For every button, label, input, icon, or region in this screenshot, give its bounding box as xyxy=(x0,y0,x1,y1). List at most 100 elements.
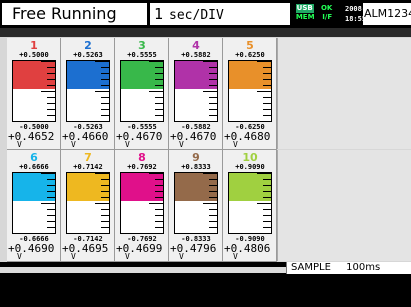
measured-value: +0.4690 xyxy=(8,242,55,255)
usb-indicator: USB xyxy=(295,4,314,13)
scale-tick xyxy=(263,109,271,110)
measured-value: +0.4660 xyxy=(62,130,109,143)
scale-tick xyxy=(47,97,55,98)
scale-tick xyxy=(155,191,163,192)
scale-tick xyxy=(155,197,163,198)
level-bar xyxy=(228,60,272,122)
scale-tick xyxy=(101,215,109,216)
channel-meter-5[interactable]: 5 +0.6250 -0.6250 +0.4680 V xyxy=(223,38,277,150)
scale-tick xyxy=(47,215,55,216)
scale-tick xyxy=(155,103,163,104)
value-unit: V xyxy=(125,252,130,261)
range-upper: +0.5000 xyxy=(19,51,49,59)
range-upper: +0.6666 xyxy=(19,163,49,171)
measured-value: +0.4652 xyxy=(8,130,55,143)
range-upper: +0.5882 xyxy=(181,51,211,59)
channel-meter-9[interactable]: 9 +0.8333 -0.8333 +0.4796 V xyxy=(169,150,223,262)
level-bar xyxy=(66,172,110,234)
scale-tick xyxy=(263,215,271,216)
channel-number: 6 xyxy=(30,151,38,164)
channel-meter-2[interactable]: 2 +0.5263 -0.5263 +0.4660 V xyxy=(61,38,115,150)
scale-tick xyxy=(47,209,55,210)
measured-value: +0.4699 xyxy=(116,242,163,255)
channel-meter-6[interactable]: 6 +0.6666 -0.6666 +0.4690 V xyxy=(7,150,61,262)
timebase-value: 1 xyxy=(154,5,164,23)
range-upper: +0.6250 xyxy=(235,51,265,59)
scale-tick xyxy=(263,179,271,180)
channel-meter-3[interactable]: 3 +0.5555 -0.5555 +0.4670 V xyxy=(115,38,169,150)
scale-tick xyxy=(155,215,163,216)
range-upper: +0.7142 xyxy=(73,163,103,171)
value-unit: V xyxy=(71,140,76,149)
value-unit: V xyxy=(17,252,22,261)
scale-tick xyxy=(209,209,217,210)
scale-tick xyxy=(47,103,55,104)
scale-tick xyxy=(155,209,163,210)
scale-tick xyxy=(155,185,163,186)
mode-title: Free Running xyxy=(2,3,147,25)
scale-tick xyxy=(101,73,109,74)
measured-value: +0.4670 xyxy=(170,130,217,143)
storage-status: USB OK MEM I/F xyxy=(292,4,336,24)
measured-value: +0.4796 xyxy=(170,242,217,255)
scale-tick xyxy=(203,173,217,174)
scale-tick xyxy=(149,173,163,174)
timebase-display: 1 sec/DIV xyxy=(150,3,290,25)
channel-meter-8[interactable]: 8 +0.7692 -0.7692 +0.4699 V xyxy=(115,150,169,262)
status-bar: SAMPLE 100ms xyxy=(0,262,411,307)
scale-tick xyxy=(155,221,163,222)
scale-tick xyxy=(95,173,109,174)
scale-tick xyxy=(263,227,271,228)
channel-number: 7 xyxy=(84,151,92,164)
channel-number: 2 xyxy=(84,39,92,52)
timebase-unit: sec/DIV xyxy=(169,8,224,23)
scale-tick xyxy=(257,233,271,234)
level-bar xyxy=(174,60,218,122)
scale-tick xyxy=(101,67,109,68)
scale-tick xyxy=(209,79,217,80)
level-bar xyxy=(12,172,56,234)
scale-tick xyxy=(263,67,271,68)
scale-tick xyxy=(209,197,217,198)
scale-tick xyxy=(257,121,271,122)
scale-tick xyxy=(47,197,55,198)
scale-tick xyxy=(41,61,55,62)
header-strip xyxy=(0,28,411,37)
scale-tick xyxy=(95,203,109,204)
channel-meter-7[interactable]: 7 +0.7142 -0.7142 +0.4695 V xyxy=(61,150,115,262)
scale-tick xyxy=(95,233,109,234)
scale-tick xyxy=(101,191,109,192)
channel-meter-10[interactable]: 10 +0.9090 -0.9090 +0.4806 V xyxy=(223,150,277,262)
scale-tick xyxy=(209,67,217,68)
channel-number: 10 xyxy=(242,151,258,164)
ok-indicator: OK xyxy=(320,4,333,12)
sampling-status: SAMPLE 100ms xyxy=(286,262,411,274)
scale-tick xyxy=(209,215,217,216)
if-indicator: I/F xyxy=(322,13,333,21)
alarm-channels: 1234 xyxy=(387,7,411,20)
scale-tick xyxy=(41,233,55,234)
scale-tick xyxy=(203,91,217,92)
channel-meter-1[interactable]: 1 +0.5000 -0.5000 +0.4652 V xyxy=(7,38,61,150)
channel-grid: 1 +0.5000 -0.5000 +0.4652 V 2 +0.5263 -0.5263 +0… xyxy=(0,37,411,262)
channel-number: 3 xyxy=(138,39,146,52)
scale-tick xyxy=(149,61,163,62)
range-upper: +0.7692 xyxy=(127,163,157,171)
scale-tick xyxy=(263,221,271,222)
channel-meter-4[interactable]: 4 +0.5882 -0.5882 +0.4670 V xyxy=(169,38,223,150)
alarm-panel: ALM1234 xyxy=(363,3,411,25)
scale-tick xyxy=(47,115,55,116)
range-upper: +0.5263 xyxy=(73,51,103,59)
scale-tick xyxy=(263,191,271,192)
value-unit: V xyxy=(179,252,184,261)
scale-tick xyxy=(209,85,217,86)
scale-tick xyxy=(101,209,109,210)
scale-tick xyxy=(209,73,217,74)
scale-tick xyxy=(203,121,217,122)
scale-tick xyxy=(41,203,55,204)
scale-tick xyxy=(41,91,55,92)
scale-tick xyxy=(209,191,217,192)
scale-tick xyxy=(101,197,109,198)
scale-tick xyxy=(101,179,109,180)
scale-tick xyxy=(47,191,55,192)
